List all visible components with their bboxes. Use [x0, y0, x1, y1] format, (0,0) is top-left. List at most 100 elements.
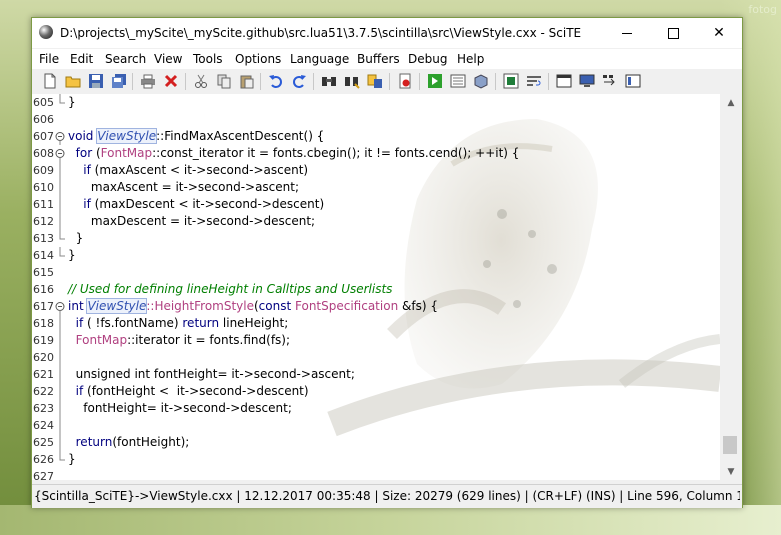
menu-view[interactable]: View: [154, 52, 182, 66]
menu-edit[interactable]: Edit: [70, 52, 93, 66]
line-number[interactable]: 624: [32, 417, 54, 434]
menu-language[interactable]: Language: [290, 52, 349, 66]
line-number[interactable]: 611: [32, 196, 54, 213]
replace-icon[interactable]: [367, 73, 383, 89]
line-number[interactable]: 612: [32, 213, 54, 230]
fullscreen-icon[interactable]: [625, 73, 641, 89]
code-editor[interactable]: 605} 606 607 void ViewStyle::FindMaxAscentD…: [32, 94, 720, 480]
code-content[interactable]: unsigned int fontHeight= it->second->asc…: [68, 366, 355, 383]
run-icon[interactable]: [450, 73, 466, 89]
menu-debug[interactable]: Debug: [408, 52, 447, 66]
line-number[interactable]: 621: [32, 366, 54, 383]
find-icon[interactable]: [321, 73, 337, 89]
code-line[interactable]: 623 fontHeight= it->second->descent;: [32, 400, 720, 417]
undo-icon[interactable]: [268, 73, 284, 89]
save-icon[interactable]: [88, 73, 104, 89]
fold-toggle-icon[interactable]: [54, 128, 66, 145]
code-content[interactable]: return(fontHeight);: [68, 434, 190, 451]
code-line[interactable]: 605}: [32, 94, 720, 111]
code-content[interactable]: if (maxAscent < it->second->ascent): [68, 162, 308, 179]
line-number[interactable]: 619: [32, 332, 54, 349]
open-folder-icon[interactable]: [65, 73, 81, 89]
line-number[interactable]: 615: [32, 264, 54, 281]
code-line[interactable]: 622 if (fontHeight < it->second->descent…: [32, 383, 720, 400]
vertical-scrollbar[interactable]: ▲ ▼: [720, 94, 742, 480]
menu-options[interactable]: Options: [235, 52, 281, 66]
code-line[interactable]: 617 int ViewStyle::HeightFromStyle(const …: [32, 298, 720, 315]
code-lines[interactable]: 605} 606 607 void ViewStyle::FindMaxAscentD…: [32, 94, 720, 480]
redo-icon[interactable]: [291, 73, 307, 89]
toolbar-toggle-icon[interactable]: [556, 73, 572, 89]
code-line[interactable]: 619 FontMap::iterator it = fonts.find(fs…: [32, 332, 720, 349]
line-number[interactable]: 610: [32, 179, 54, 196]
code-content[interactable]: maxDescent = it->second->descent;: [68, 213, 315, 230]
code-line[interactable]: 610 maxAscent = it->second->ascent;: [32, 179, 720, 196]
line-number[interactable]: 627: [32, 468, 54, 480]
line-number[interactable]: 607: [32, 128, 54, 145]
save-all-icon[interactable]: [111, 73, 127, 89]
line-number[interactable]: 613: [32, 230, 54, 247]
code-line[interactable]: 608 for (FontMap::const_iterator it = fo…: [32, 145, 720, 162]
paste-icon[interactable]: [239, 73, 255, 89]
minimize-button[interactable]: [604, 18, 650, 48]
code-line[interactable]: 612 maxDescent = it->second->descent;: [32, 213, 720, 230]
line-number[interactable]: 623: [32, 400, 54, 417]
code-line[interactable]: 606: [32, 111, 720, 128]
code-content[interactable]: // Used for defining lineHeight in Callt…: [68, 281, 392, 298]
code-content[interactable]: for (FontMap::const_iterator it = fonts.…: [68, 145, 520, 162]
menu-help[interactable]: Help: [457, 52, 484, 66]
print-icon[interactable]: [140, 73, 156, 89]
code-line[interactable]: 620: [32, 349, 720, 366]
close-file-icon[interactable]: [163, 73, 179, 89]
stop-icon[interactable]: [503, 73, 519, 89]
code-line[interactable]: 615: [32, 264, 720, 281]
compile-icon[interactable]: [427, 73, 443, 89]
line-number[interactable]: 620: [32, 349, 54, 366]
code-line[interactable]: 613 }: [32, 230, 720, 247]
line-number[interactable]: 609: [32, 162, 54, 179]
line-number[interactable]: 617: [32, 298, 54, 315]
scroll-thumb[interactable]: [723, 436, 737, 454]
menu-search[interactable]: Search: [105, 52, 146, 66]
line-number[interactable]: 616: [32, 281, 54, 298]
code-line[interactable]: 609 if (maxAscent < it->second->ascent): [32, 162, 720, 179]
code-content[interactable]: FontMap::iterator it = fonts.find(fs);: [68, 332, 290, 349]
menu-file[interactable]: File: [39, 52, 59, 66]
code-content[interactable]: }: [68, 94, 76, 111]
new-file-icon[interactable]: [42, 73, 58, 89]
fold-toggle-icon[interactable]: [54, 145, 66, 162]
menu-tools[interactable]: Tools: [193, 52, 223, 66]
code-line[interactable]: 625 return(fontHeight);: [32, 434, 720, 451]
line-number[interactable]: 605: [32, 94, 54, 111]
line-number[interactable]: 608: [32, 145, 54, 162]
code-line[interactable]: 621 unsigned int fontHeight= it->second-…: [32, 366, 720, 383]
find-in-files-icon[interactable]: [344, 73, 360, 89]
code-content[interactable]: void ViewStyle::FindMaxAscentDescent() {: [68, 128, 324, 145]
line-number[interactable]: 606: [32, 111, 54, 128]
code-line[interactable]: 624: [32, 417, 720, 434]
output-toggle-icon[interactable]: [579, 73, 595, 89]
close-button[interactable]: ✕: [696, 18, 742, 48]
menu-buffers[interactable]: Buffers: [357, 52, 400, 66]
line-number[interactable]: 626: [32, 451, 54, 468]
code-content[interactable]: }: [68, 247, 76, 264]
tabs-toggle-icon[interactable]: [602, 73, 618, 89]
code-content[interactable]: if ( !fs.fontName) return lineHeight;: [68, 315, 289, 332]
code-line[interactable]: 618 if ( !fs.fontName) return lineHeight…: [32, 315, 720, 332]
code-line[interactable]: 607 void ViewStyle::FindMaxAscentDescent(…: [32, 128, 720, 145]
code-content[interactable]: maxAscent = it->second->ascent;: [68, 179, 299, 196]
scroll-down-icon[interactable]: ▼: [720, 463, 742, 480]
scroll-up-icon[interactable]: ▲: [720, 94, 742, 111]
fold-toggle-icon[interactable]: [54, 298, 66, 315]
code-line[interactable]: 627: [32, 468, 720, 480]
code-content[interactable]: if (maxDescent < it->second->descent): [68, 196, 324, 213]
code-content[interactable]: }: [68, 451, 76, 468]
build-icon[interactable]: [473, 73, 489, 89]
copy-icon[interactable]: [216, 73, 232, 89]
code-content[interactable]: }: [68, 230, 84, 247]
line-number[interactable]: 614: [32, 247, 54, 264]
cut-icon[interactable]: [193, 73, 209, 89]
code-content[interactable]: if (fontHeight < it->second->descent): [68, 383, 309, 400]
wrap-icon[interactable]: [526, 73, 542, 89]
code-line[interactable]: 616 // Used for defining lineHeight in Ca…: [32, 281, 720, 298]
